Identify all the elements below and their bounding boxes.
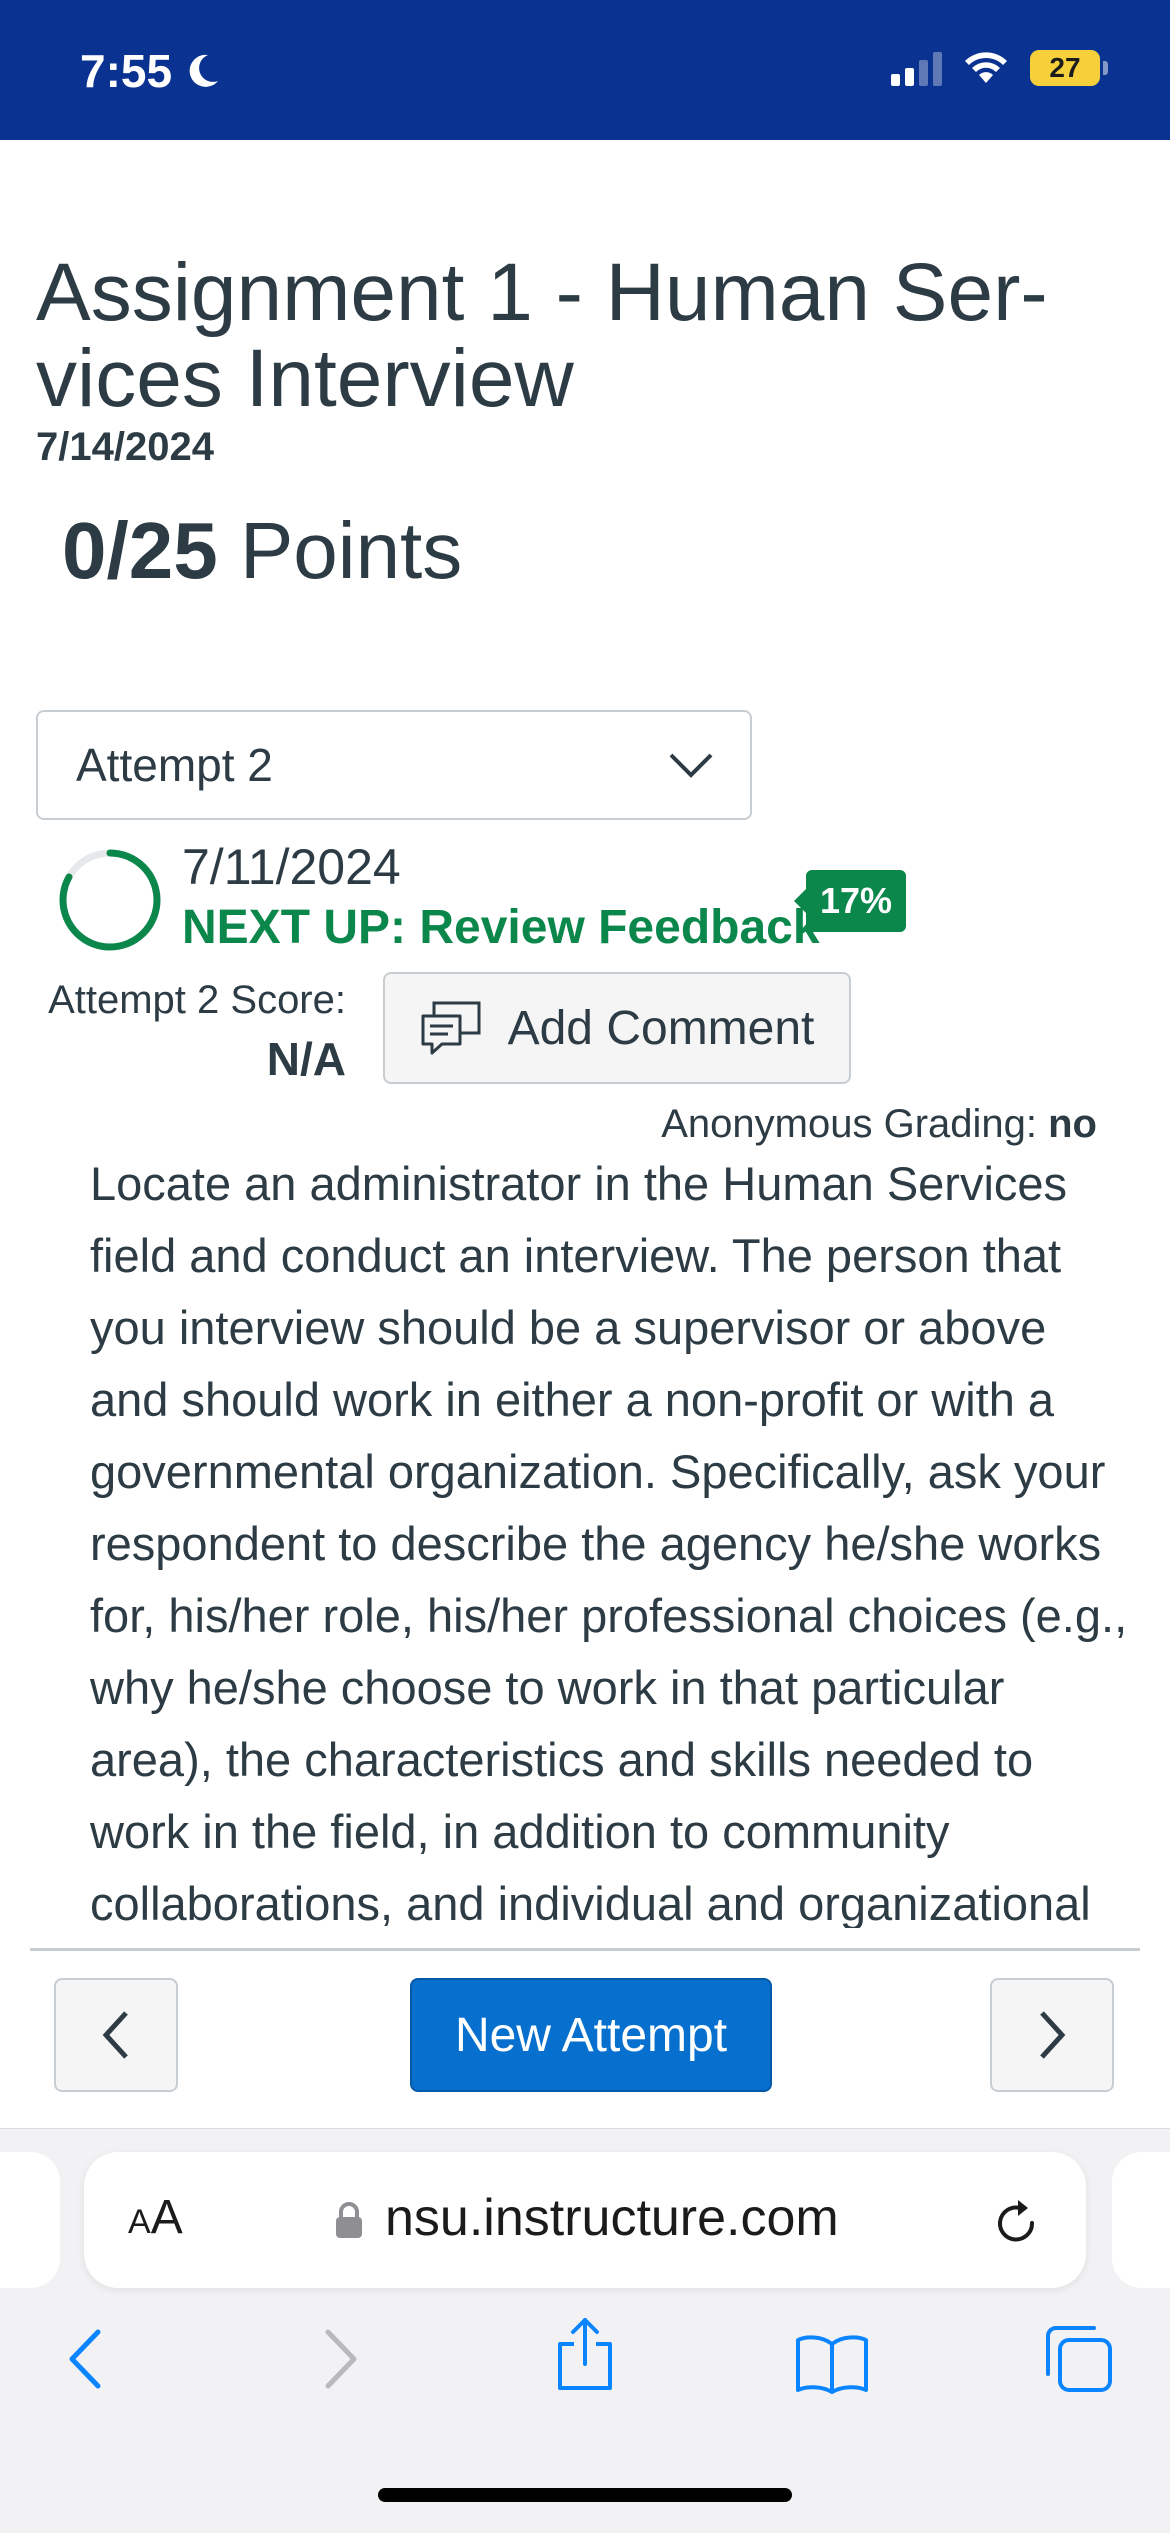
status-indicators: 27	[891, 50, 1108, 86]
back-icon[interactable]	[64, 2326, 108, 2392]
status-time: 7:55	[80, 44, 222, 98]
home-indicator	[378, 2488, 792, 2502]
progress-ring-icon	[59, 849, 161, 951]
lock-icon	[336, 2202, 362, 2238]
attempt-select-value: Attempt 2	[76, 739, 273, 791]
new-attempt-button[interactable]: New Attempt	[410, 1978, 772, 2092]
chevron-right-icon	[1040, 2011, 1066, 2059]
anonymous-grading-value: no	[1048, 1102, 1097, 1146]
score-label: Attempt 2 Score:	[48, 978, 346, 1022]
reload-icon[interactable]	[992, 2196, 1040, 2246]
previous-button[interactable]	[54, 1978, 178, 2092]
clock-text: 7:55	[80, 45, 173, 97]
anonymous-grading-label: Anonymous Grading:	[661, 1102, 1037, 1146]
points-label: Points	[239, 506, 463, 595]
share-icon[interactable]	[554, 2316, 616, 2392]
moon-icon	[189, 54, 219, 87]
points-earned: 0/25	[62, 506, 218, 595]
progress-badge: 17%	[793, 870, 907, 932]
forward-icon[interactable]	[318, 2326, 362, 2392]
add-comment-label: Add Comment	[507, 1001, 815, 1055]
battery-level: 27	[1030, 50, 1100, 86]
bookmarks-icon[interactable]	[794, 2334, 870, 2394]
next-tab-preview[interactable]	[1112, 2152, 1170, 2288]
next-button[interactable]	[990, 1978, 1114, 2092]
page-settings-button[interactable]: AA	[128, 2190, 183, 2245]
battery-icon: 27	[1030, 50, 1108, 86]
comment-icon	[421, 1001, 481, 1055]
cellular-signal-icon	[891, 50, 942, 86]
add-comment-button[interactable]: Add Comment	[383, 972, 851, 1084]
points-display: 0/25 Points	[62, 505, 462, 597]
attempt-select[interactable]: Attempt 2	[36, 710, 752, 820]
due-date: 7/14/2024	[36, 425, 214, 469]
url-text[interactable]: nsu.instructure.com	[385, 2188, 839, 2248]
chevron-left-icon	[102, 2011, 128, 2059]
attempt-date: 7/11/2024	[182, 839, 401, 895]
anonymous-grading: Anonymous Grading: no	[661, 1102, 1097, 1147]
next-up-status[interactable]: NEXT UP: Review Feedback	[182, 900, 820, 955]
status-bar: 7:55 27	[0, 0, 1170, 140]
page-title: Assignment 1 - Human Ser- vices Intervie…	[36, 247, 1048, 424]
tabs-icon[interactable]	[1044, 2324, 1114, 2394]
divider	[30, 1948, 1140, 1951]
assignment-description: Locate an administrator in the Human Ser…	[90, 1157, 1128, 1928]
score-value: N/A	[266, 1033, 346, 1085]
chevron-down-icon	[669, 753, 713, 778]
previous-tab-preview[interactable]	[0, 2152, 60, 2288]
wifi-icon	[965, 52, 1007, 83]
